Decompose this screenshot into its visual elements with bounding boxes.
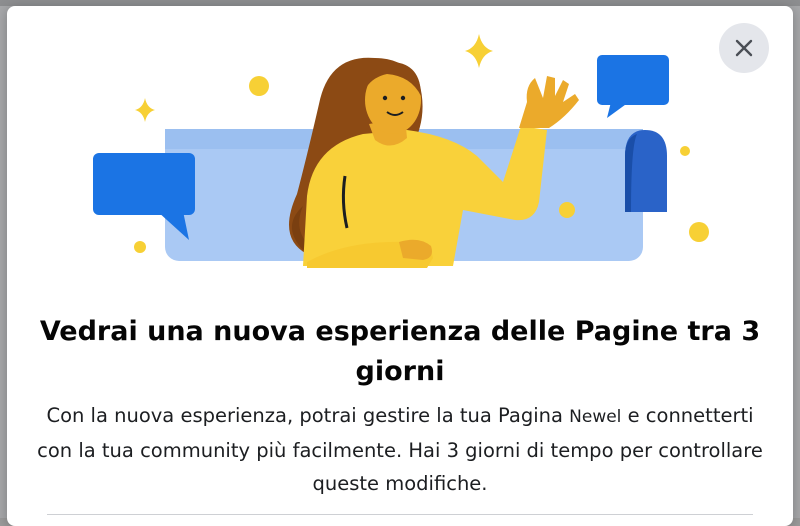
dot-shape bbox=[249, 76, 269, 96]
dialog-title: Vedrai una nuova esperienza delle Pagine… bbox=[39, 316, 761, 387]
sparkle-icon bbox=[135, 98, 155, 122]
dot-shape bbox=[559, 202, 575, 218]
chat-bubble-right-icon bbox=[597, 55, 669, 118]
dot-shape bbox=[134, 241, 146, 253]
close-button[interactable] bbox=[719, 23, 769, 73]
waving-hand-shape bbox=[519, 76, 579, 128]
dialog-divider bbox=[47, 514, 753, 515]
transition-dialog: Vedrai una nuova esperienza delle Pagine… bbox=[7, 6, 793, 526]
page-name-label: Newel bbox=[569, 407, 622, 427]
dot-shape bbox=[689, 222, 709, 242]
close-icon bbox=[735, 39, 753, 57]
woman-waving-illustration bbox=[93, 34, 709, 268]
dot-shape bbox=[680, 146, 690, 156]
description-text-part1: Con la nuova esperienza, potrai gestire … bbox=[46, 404, 570, 427]
chat-bubble-left-icon bbox=[93, 153, 195, 240]
dialog-description: Con la nuova esperienza, potrai gestire … bbox=[27, 399, 773, 500]
sparkle-icon bbox=[465, 34, 493, 68]
